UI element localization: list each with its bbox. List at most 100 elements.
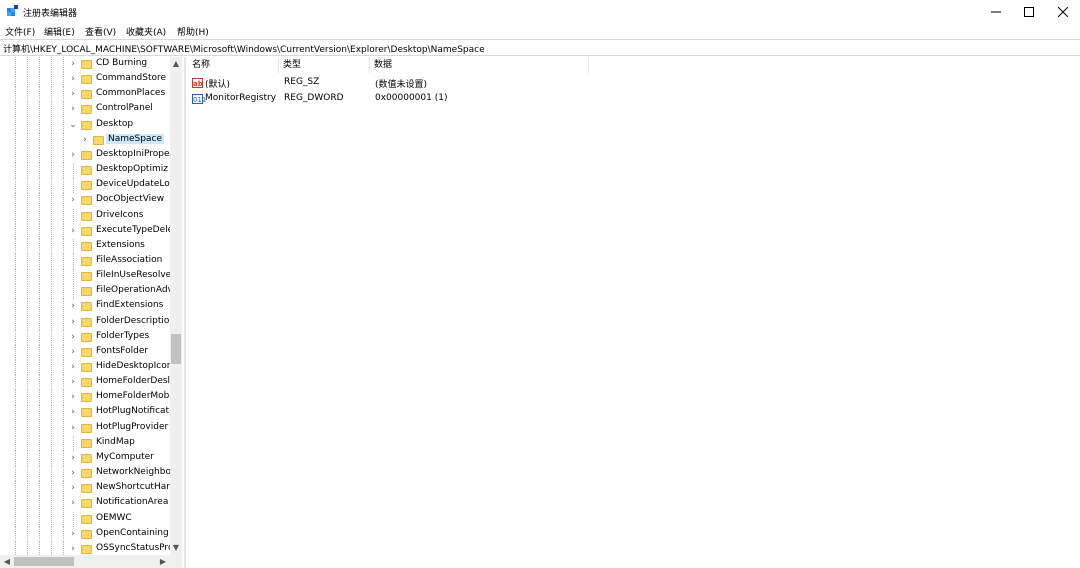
tree-item[interactable]: › OpenContaining	[0, 526, 170, 542]
collapse-chevron-icon[interactable]: ⌄	[68, 118, 78, 133]
expand-chevron-icon[interactable]: ›	[68, 87, 78, 102]
tree-guide-line	[51, 178, 52, 194]
expand-chevron-icon[interactable]: ›	[68, 193, 78, 208]
tree-item[interactable]: › OSSyncStatusPrc	[0, 541, 170, 555]
expand-chevron-icon[interactable]: ›	[68, 102, 78, 117]
expand-chevron-icon[interactable]: ›	[68, 466, 78, 481]
tree-guide-line	[51, 147, 52, 163]
tree-item[interactable]: › DocObjectView	[0, 193, 170, 209]
expand-chevron-icon[interactable]: ›	[68, 405, 78, 420]
tree-guide-line	[63, 269, 64, 285]
expand-chevron-icon[interactable]: ›	[68, 360, 78, 375]
tree-item[interactable]: DeviceUpdateLo	[0, 178, 170, 194]
menu-file[interactable]: 文件(F)	[5, 25, 35, 38]
tree-item[interactable]: › NetworkNeighbo	[0, 466, 170, 482]
tree-item[interactable]: › HideDesktopIcor	[0, 360, 170, 375]
expand-chevron-icon[interactable]: ›	[68, 451, 78, 466]
scroll-left-icon[interactable]: ◀	[2, 555, 12, 568]
tree-guide-line	[51, 163, 52, 179]
tree-item[interactable]: DriveIcons	[0, 208, 170, 224]
tree-item[interactable]: › NameSpace	[0, 132, 170, 148]
tree-item-label: DeviceUpdateLo	[96, 179, 170, 190]
expand-chevron-icon[interactable]: ›	[68, 345, 78, 360]
expand-chevron-icon[interactable]: ›	[68, 224, 78, 239]
tree-vertical-scrollbar[interactable]: ▲ ▼	[170, 57, 182, 555]
tree-item[interactable]: › NotificationArea	[0, 496, 170, 512]
tree-item[interactable]: › HomeFolderDesl	[0, 375, 170, 391]
expand-chevron-icon[interactable]: ›	[68, 375, 78, 390]
tree-item[interactable]: › FolderDescriptio	[0, 314, 170, 330]
tree-item[interactable]: › FolderTypes	[0, 329, 170, 345]
tree-item[interactable]: › CommandStore	[0, 72, 170, 88]
tree-item[interactable]: › MyComputer	[0, 450, 170, 466]
tree-item[interactable]: ⌄ Desktop	[0, 117, 170, 133]
tree-item[interactable]: › CommonPlaces	[0, 87, 170, 103]
expand-chevron-icon[interactable]: ›	[68, 421, 78, 436]
tree-item[interactable]: FileInUseResolve	[0, 269, 170, 285]
address-bar[interactable]: 计算机\HKEY_LOCAL_MACHINE\SOFTWARE\Microsof…	[0, 39, 1080, 56]
pane-splitter[interactable]	[184, 57, 186, 568]
expand-chevron-icon[interactable]: ›	[68, 72, 78, 87]
tree-horizontal-scrollbar[interactable]: ◀ ▶	[0, 555, 182, 568]
expand-chevron-icon[interactable]: ›	[68, 57, 78, 72]
expand-chevron-icon[interactable]: ›	[68, 496, 78, 511]
tree-guide-line	[27, 375, 28, 391]
scroll-down-icon[interactable]: ▼	[170, 541, 182, 555]
tree-item[interactable]: › FindExtensions	[0, 299, 170, 315]
tree-guide-line	[27, 117, 28, 133]
value-row[interactable]: ab (默认) REG_SZ (数值未设置)	[188, 76, 688, 91]
scroll-thumb-horizontal[interactable]	[14, 557, 74, 566]
folder-icon	[81, 166, 92, 176]
minimize-button[interactable]	[979, 0, 1013, 24]
tree-item-label: NewShortcutHan	[96, 482, 170, 493]
tree-guide-line	[15, 511, 16, 527]
tree-guide-line	[39, 253, 40, 269]
tree-guide-line	[27, 284, 28, 300]
tree-item[interactable]: OEMWC	[0, 511, 170, 527]
tree-item[interactable]: › NewShortcutHan	[0, 481, 170, 497]
column-header-name[interactable]: 名称	[188, 57, 279, 73]
tree-item[interactable]: › HotPlugNotificat	[0, 405, 170, 421]
tree-guide-line	[15, 299, 16, 315]
tree-item[interactable]: KindMap	[0, 435, 170, 451]
tree-item[interactable]: › HotPlugProvider	[0, 420, 170, 436]
tree-item[interactable]: › DesktopIniPrope	[0, 147, 170, 163]
menu-edit[interactable]: 编辑(E)	[44, 25, 75, 38]
tree-guide-line	[27, 420, 28, 436]
tree-item[interactable]: › ControlPanel	[0, 102, 170, 118]
tree-item-label: KindMap	[96, 436, 135, 447]
menu-help[interactable]: 帮助(H)	[177, 25, 209, 38]
tree-item[interactable]: › ExecuteTypeDele	[0, 223, 170, 239]
tree-item[interactable]: Extensions	[0, 238, 170, 254]
expand-chevron-icon[interactable]: ›	[68, 481, 78, 496]
expand-chevron-icon[interactable]: ›	[68, 390, 78, 405]
tree-guide-line	[15, 57, 16, 72]
expand-chevron-icon[interactable]: ›	[80, 133, 90, 148]
expand-chevron-icon[interactable]: ›	[68, 527, 78, 542]
scroll-thumb[interactable]	[171, 334, 181, 364]
menu-favorites[interactable]: 收藏夹(A)	[126, 25, 166, 38]
tree-item-label: ControlPanel	[96, 103, 153, 114]
tree-item[interactable]: FileOperationAdv	[0, 284, 170, 300]
menu-view[interactable]: 查看(V)	[85, 25, 116, 38]
tree-item[interactable]: › HomeFolderMob	[0, 390, 170, 406]
tree-guide-line	[15, 541, 16, 555]
tree-item-label: OEMWC	[96, 512, 132, 523]
tree-item[interactable]: › FontsFolder	[0, 344, 170, 360]
expand-chevron-icon[interactable]: ›	[68, 315, 78, 330]
expand-chevron-icon[interactable]: ›	[68, 148, 78, 163]
expand-chevron-icon[interactable]: ›	[68, 542, 78, 555]
scroll-right-icon[interactable]: ▶	[158, 555, 168, 568]
value-row[interactable]: 011 MonitorRegistry REG_DWORD 0x00000001…	[188, 92, 688, 107]
maximize-button[interactable]	[1012, 0, 1046, 24]
close-button[interactable]	[1046, 0, 1080, 24]
column-header-type[interactable]: 类型	[279, 57, 370, 73]
tree-item[interactable]: › CD Burning	[0, 57, 170, 72]
column-header-data[interactable]: 数据	[370, 57, 589, 73]
scroll-up-icon[interactable]: ▲	[170, 57, 182, 71]
tree-item-label: OSSyncStatusPrc	[96, 542, 170, 553]
expand-chevron-icon[interactable]: ›	[68, 330, 78, 345]
expand-chevron-icon[interactable]: ›	[68, 299, 78, 314]
tree-item[interactable]: FileAssociation	[0, 253, 170, 269]
tree-item[interactable]: DesktopOptimiz	[0, 163, 170, 179]
